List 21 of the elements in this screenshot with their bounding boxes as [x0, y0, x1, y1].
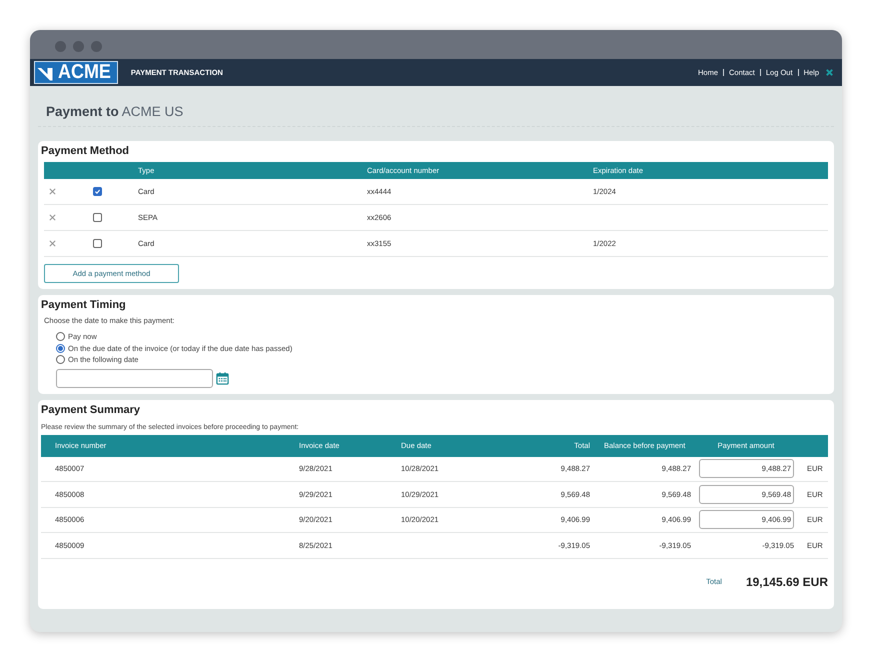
- window-dot-icon[interactable]: [91, 40, 102, 52]
- total-value: 19,145.69 EUR: [746, 574, 828, 588]
- window-dot-icon[interactable]: [73, 40, 84, 52]
- window-dot-icon[interactable]: [55, 40, 66, 52]
- calendar-icon[interactable]: [216, 372, 229, 384]
- date-field[interactable]: [56, 368, 213, 388]
- checkbox[interactable]: [93, 213, 102, 222]
- page-title: Payment to ACME US: [38, 104, 834, 127]
- radio-button[interactable]: [56, 355, 65, 364]
- section-title: Payment Summary: [41, 404, 142, 416]
- remove-icon[interactable]: [49, 240, 56, 247]
- radio-button[interactable]: [56, 332, 65, 342]
- section-title: Payment Timing: [41, 299, 127, 311]
- radio-button[interactable]: [56, 344, 65, 353]
- checkbox[interactable]: [93, 187, 102, 196]
- close-icon[interactable]: [825, 68, 834, 77]
- remove-icon[interactable]: [49, 214, 56, 221]
- remove-icon[interactable]: [49, 188, 56, 195]
- checkbox[interactable]: [93, 239, 102, 248]
- section-title: Payment Method: [41, 145, 130, 157]
- logo-text: ACME: [58, 62, 111, 83]
